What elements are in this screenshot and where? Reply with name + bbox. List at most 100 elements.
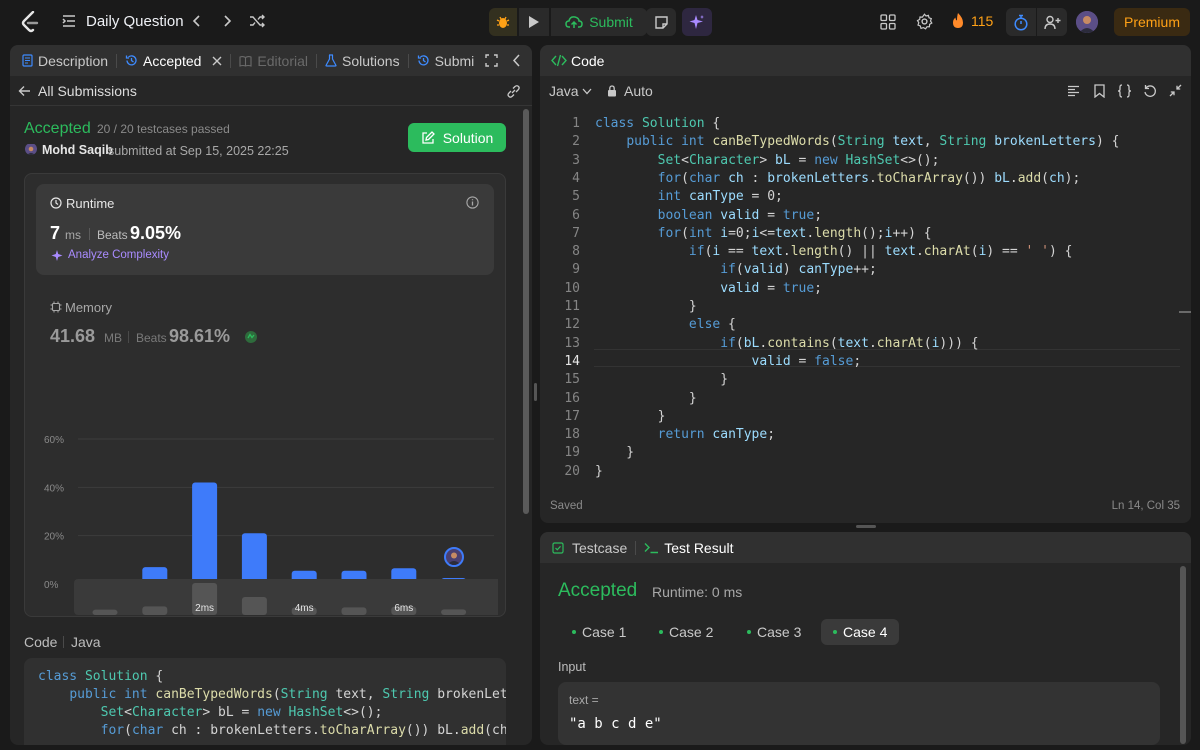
code-line[interactable]: if(valid) canType++;: [595, 261, 877, 279]
pass-dot: [659, 630, 663, 634]
collapse-left-icon[interactable]: [512, 54, 521, 67]
code-line[interactable]: }: [595, 408, 666, 426]
case-label: Case 2: [669, 624, 714, 640]
tab-editorial[interactable]: Editorial: [239, 45, 308, 76]
runtime-distribution-chart[interactable]: 60%40%20%0% 1ms2ms3ms4ms5ms6ms7ms 2ms4ms…: [36, 383, 498, 615]
code-editor[interactable]: 1 class Solution {2 public int canBeTyped…: [540, 113, 1180, 488]
expand-icon[interactable]: [485, 54, 498, 67]
overview-ruler-marker: [1179, 311, 1191, 313]
vertical-resize-handle[interactable]: [534, 383, 537, 401]
code-line[interactable]: valid = true;: [595, 280, 822, 298]
problem-list-icon[interactable]: [62, 14, 76, 28]
analyze-complexity-link[interactable]: Analyze Complexity: [68, 249, 169, 261]
code-line[interactable]: if(bL.contains(text.charAt(i))) {: [595, 335, 978, 353]
format-icon[interactable]: [1067, 85, 1080, 97]
case-4-tab[interactable]: Case 4: [821, 619, 900, 645]
submitter-name[interactable]: Mohd Saqib: [42, 143, 113, 157]
tab-test-result[interactable]: Test Result: [644, 532, 734, 563]
problem-list-title[interactable]: Daily Question: [86, 13, 184, 30]
submission-panel: Description Accepted Editorial Solutions: [10, 45, 532, 745]
user-avatar-icon: [446, 552, 461, 565]
tab-solutions[interactable]: Solutions: [325, 45, 400, 76]
history-icon: [417, 55, 429, 66]
chart-minimap[interactable]: 2ms 4ms 6ms: [74, 579, 498, 615]
code-line[interactable]: }: [595, 390, 697, 408]
link-icon[interactable]: [506, 84, 521, 99]
streak-counter[interactable]: 115: [951, 12, 993, 29]
close-icon[interactable]: [212, 56, 222, 66]
left-scrollbar[interactable]: [523, 109, 529, 514]
minimap-label: 2ms: [195, 603, 214, 614]
chart-bars: [92, 482, 467, 584]
code-line[interactable]: Set<Character> bL = new HashSet<>();: [595, 152, 940, 170]
add-collaborator-button[interactable]: [1037, 8, 1067, 36]
submission-status: Accepted: [24, 120, 91, 137]
my-submission-marker[interactable]: [443, 546, 464, 567]
memory-unit: MB: [104, 331, 122, 345]
code-line[interactable]: int canType = 0;: [595, 188, 783, 206]
layout-grid-icon[interactable]: [880, 14, 896, 30]
solution-button[interactable]: Solution: [408, 123, 506, 152]
user-avatar-icon: [25, 144, 37, 155]
code-line[interactable]: }: [595, 463, 603, 481]
code-tab-label[interactable]: Code: [571, 53, 604, 69]
notes-button[interactable]: [646, 8, 676, 36]
case-1-tab[interactable]: Case 1: [560, 619, 638, 645]
input-box[interactable]: text = "a b c d e": [558, 682, 1160, 745]
code-preview[interactable]: class Solution { public int canBeTypedWo…: [24, 658, 506, 745]
input-variable-name: text =: [569, 693, 599, 707]
bookmark-icon[interactable]: [1094, 84, 1105, 98]
leetcode-logo-icon[interactable]: [20, 11, 40, 33]
test-scrollbar[interactable]: [1180, 566, 1186, 744]
chevron-right-icon[interactable]: [220, 13, 234, 29]
memory-beats-value: 98.61%: [169, 326, 231, 346]
info-icon[interactable]: [466, 196, 479, 209]
code-line[interactable]: if(i == text.length() || text.charAt(i) …: [595, 243, 1073, 261]
runtime-label: Runtime: [66, 196, 115, 211]
code-line[interactable]: valid = false;: [595, 353, 862, 371]
curly-braces-icon[interactable]: [1117, 84, 1132, 98]
memory-card[interactable]: 41.68 MB Beats 98.61%: [36, 323, 296, 351]
avatar[interactable]: [1076, 11, 1098, 33]
code-line[interactable]: }: [595, 371, 728, 389]
reset-icon[interactable]: [1143, 84, 1157, 98]
code-tabbar: Code: [540, 45, 1191, 76]
case-2-tab[interactable]: Case 2: [647, 619, 725, 645]
all-submissions-link[interactable]: All Submissions: [38, 83, 137, 99]
code-line[interactable]: for(char ch : brokenLetters.toCharArray(…: [595, 170, 1081, 188]
collapse-icon[interactable]: [1169, 84, 1182, 97]
tab-accepted[interactable]: Accepted: [125, 45, 222, 76]
premium-button[interactable]: Premium: [1114, 8, 1190, 36]
code-line[interactable]: }: [595, 298, 697, 316]
code-line[interactable]: public int canBeTypedWords(String text, …: [595, 133, 1119, 151]
autocomplete-mode[interactable]: Auto: [624, 83, 653, 99]
tab-description[interactable]: Description: [22, 45, 108, 76]
pass-dot: [572, 630, 576, 634]
language-select[interactable]: Java: [549, 83, 579, 99]
code-line[interactable]: class Solution {: [595, 115, 720, 133]
divider: [128, 331, 129, 343]
tab-submissions[interactable]: Submi: [417, 45, 477, 76]
chevron-left-icon[interactable]: [190, 13, 204, 29]
code-line[interactable]: for(int i=0;i<=text.length();i++) {: [595, 225, 932, 243]
case-label: Case 3: [757, 624, 802, 640]
shuffle-icon[interactable]: [249, 13, 265, 29]
tab-testcase[interactable]: Testcase: [552, 532, 627, 563]
code-line[interactable]: return canType;: [595, 426, 775, 444]
code-line[interactable]: boolean valid = true;: [595, 207, 822, 225]
gear-icon[interactable]: [916, 13, 933, 30]
histogram-bar: [192, 482, 218, 584]
case-3-tab[interactable]: Case 3: [735, 619, 813, 645]
cloud-upload-icon: [565, 16, 583, 28]
code-line[interactable]: }: [595, 444, 634, 462]
arrow-left-icon[interactable]: [18, 85, 31, 97]
chevron-down-icon[interactable]: [582, 88, 592, 95]
ai-assistant-button[interactable]: [682, 8, 712, 36]
runtime-card[interactable]: Runtime 7 ms Beats 9.05% Analyze Complex…: [36, 184, 494, 275]
run-button[interactable]: [519, 8, 549, 36]
code-line[interactable]: else {: [595, 316, 736, 334]
submit-button[interactable]: Submit: [551, 8, 647, 36]
horizontal-resize-handle[interactable]: [856, 525, 876, 528]
debug-button[interactable]: [489, 8, 517, 36]
timer-button[interactable]: [1006, 8, 1036, 36]
